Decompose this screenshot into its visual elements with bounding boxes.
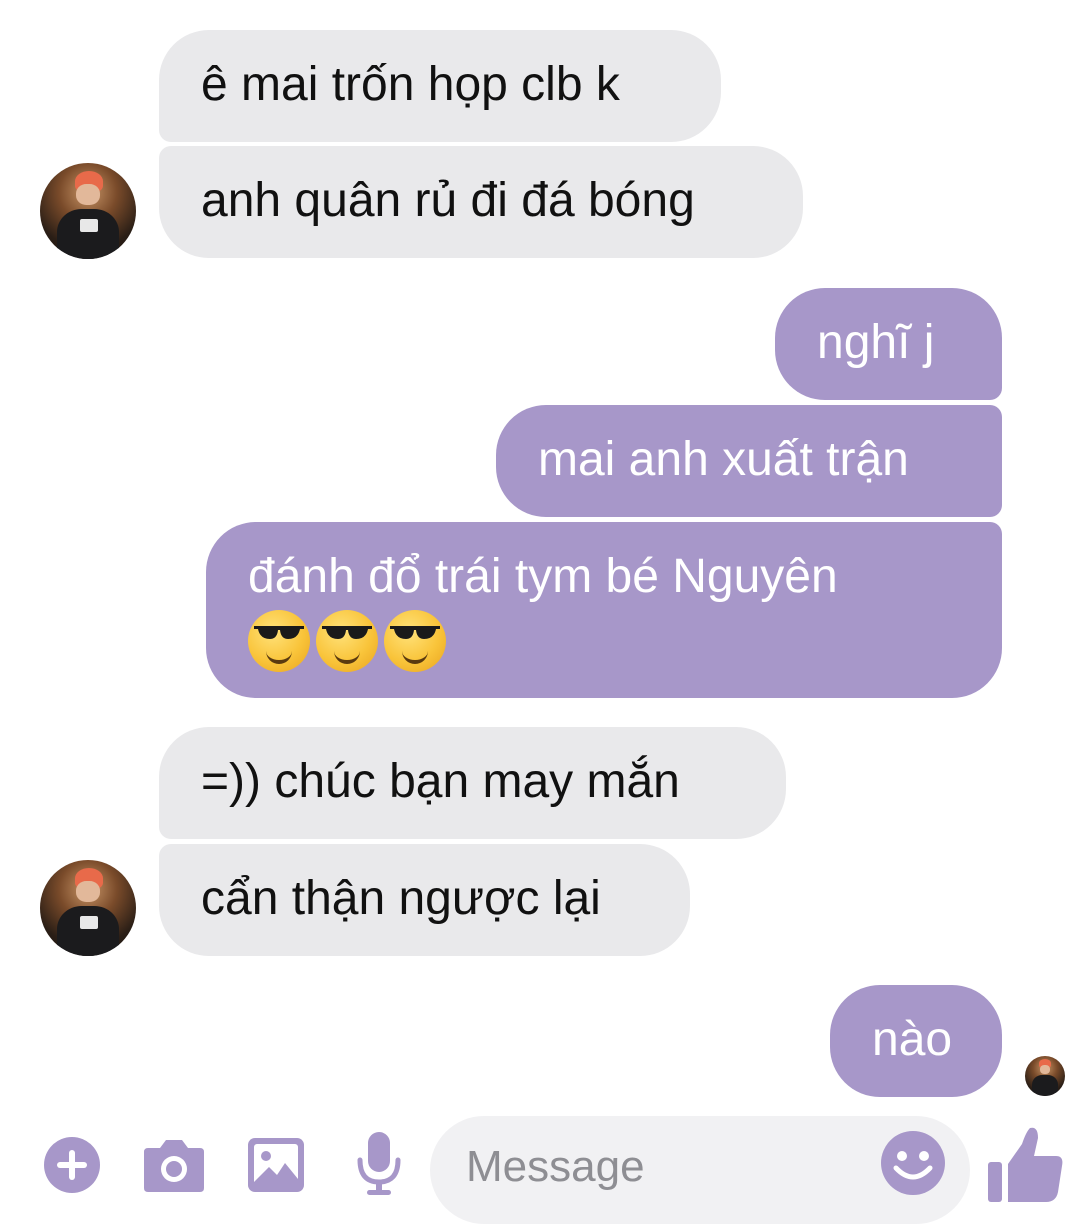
camera-icon[interactable] — [142, 1136, 206, 1194]
message-text: nào — [872, 1013, 953, 1066]
sunglasses-emoji-icon — [384, 610, 446, 672]
sunglasses-emoji-icon — [248, 610, 310, 672]
message-text: anh quân rủ đi đá bóng — [201, 174, 695, 227]
message-text: đánh đổ trái tym bé Nguyên — [248, 550, 838, 603]
sunglasses-emoji-icon — [316, 610, 378, 672]
message-text: =)) chúc bạn may mắn — [201, 755, 680, 808]
contact-avatar[interactable] — [40, 860, 136, 956]
image-icon[interactable] — [247, 1137, 305, 1193]
message-bubble-incoming[interactable]: =)) chúc bạn may mắn — [159, 727, 786, 839]
message-text: cẩn thận ngược lại — [201, 872, 601, 925]
message-input[interactable]: Message — [430, 1116, 970, 1224]
message-text: mai anh xuất trận — [538, 433, 909, 486]
emoji-row — [248, 610, 960, 672]
message-bubble-outgoing[interactable]: mai anh xuất trận — [496, 405, 1002, 517]
message-text: ê mai trốn họp clb k — [201, 58, 620, 111]
emoji-icon[interactable] — [880, 1130, 946, 1196]
message-bubble-incoming[interactable]: ê mai trốn họp clb k — [159, 30, 721, 142]
contact-avatar[interactable] — [40, 163, 136, 259]
message-bubble-outgoing[interactable]: nghĩ j — [775, 288, 1002, 400]
seen-receipt-avatar — [1025, 1056, 1065, 1096]
message-bubble-incoming[interactable]: anh quân rủ đi đá bóng — [159, 146, 803, 258]
message-text: nghĩ j — [817, 316, 935, 369]
plus-icon[interactable] — [44, 1137, 100, 1193]
thumbs-up-icon[interactable] — [986, 1126, 1066, 1204]
message-placeholder: Message — [466, 1142, 645, 1191]
microphone-icon[interactable] — [355, 1130, 403, 1198]
message-bubble-outgoing[interactable]: đánh đổ trái tym bé Nguyên — [206, 522, 1002, 698]
message-bubble-outgoing[interactable]: nào — [830, 985, 1002, 1097]
message-bubble-incoming[interactable]: cẩn thận ngược lại — [159, 844, 690, 956]
